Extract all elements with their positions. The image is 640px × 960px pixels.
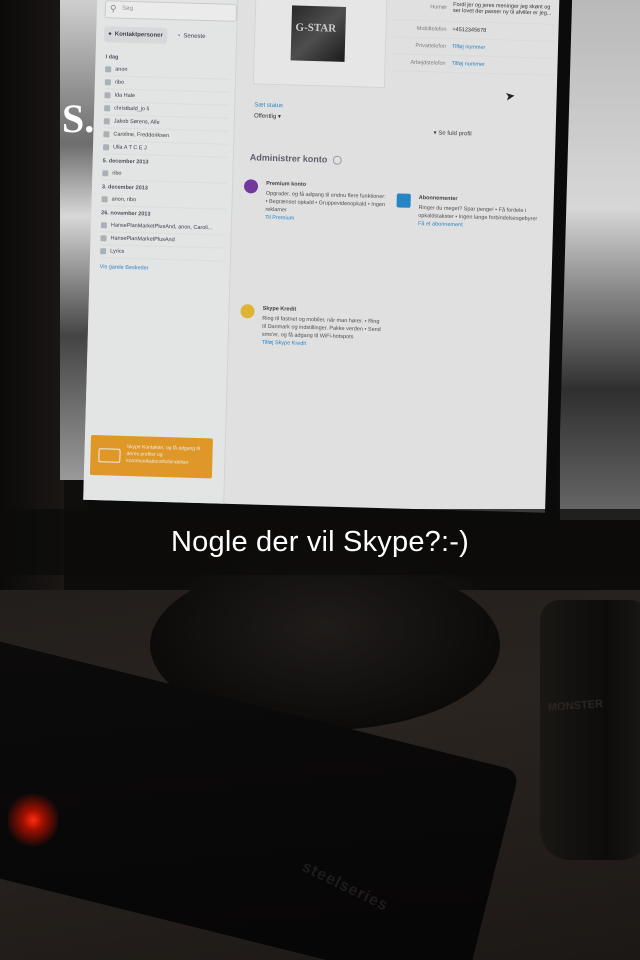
contact-avatar-icon [102, 170, 109, 177]
premium-card: Premium konto Opgrader, og få adgang til… [242, 179, 389, 273]
contact-name: christbald_jo li [114, 105, 150, 113]
contact-avatar-icon [100, 248, 107, 255]
detail-label: Humør [430, 4, 448, 11]
contact-name: Jakob Sørens, Alle [113, 118, 160, 126]
message-icon [98, 448, 121, 463]
contact-avatar-icon [103, 131, 110, 138]
contact-name: anon, ribo [111, 196, 137, 204]
contact-avatar-icon [102, 144, 110, 151]
credit-link[interactable]: Tilføj Skype Kredit [262, 340, 307, 347]
search-input[interactable]: ⚲ Søg [104, 0, 238, 22]
contact-row[interactable]: Ulla A T C E J [102, 141, 229, 158]
tab-recent-label: Seneste [183, 33, 206, 41]
credit-body: Ring til fastnet og mobiler, når man hør… [262, 315, 383, 350]
contact-row[interactable]: ribo [102, 167, 228, 184]
manage-account-title: Administrer konto [249, 152, 342, 166]
credit-card: Skype Kredit Ring til fastnet og mobiler… [238, 304, 390, 388]
tab-contacts-label: Kontaktpersoner [114, 31, 163, 39]
profile-photo-label: G-STAR [295, 21, 337, 35]
contact-name: anon [115, 66, 128, 73]
detail-value: Fordi jer og jeres meninger jeg skønt og… [452, 1, 552, 17]
keyboard-red-light [8, 790, 58, 850]
snapchat-caption-bar: Nogle der vil Skype?:-) [0, 509, 640, 575]
contact-name: Caroline, Fredderiksen [113, 131, 170, 140]
tab-contacts[interactable]: ● Kontaktpersoner [103, 26, 168, 44]
tab-recent[interactable]: ◔ Seneste [173, 28, 210, 45]
contact-name: HansePlanMarketPlusAnd, anon, Caroli... [110, 222, 213, 232]
premium-text: Opgrader, og få adgang til endnu flere f… [265, 190, 386, 214]
profile-details: Humør Fordi jer og jeres meninger jeg skø… [390, 0, 558, 76]
plus-icon [243, 179, 259, 194]
contact-avatar-icon [104, 105, 111, 112]
contact-group-heading: I dag [105, 54, 119, 61]
contact-name: Lyrics [110, 248, 125, 255]
coin-icon [240, 304, 255, 319]
person-icon: ● [108, 31, 112, 38]
subscriptions-body: Ringer du meget? Spar penge! • Få fordel… [418, 204, 539, 231]
show-old-messages-link[interactable]: Vis gamle Beskeder [100, 264, 225, 273]
contact-group-heading: 26. november 2013 [101, 210, 151, 218]
contact-group-heading: 5. december 2013 [102, 158, 149, 166]
contact-name: ribo [114, 79, 125, 86]
detail-value[interactable]: Tilføj nummer [451, 61, 555, 70]
set-status-link[interactable]: Sæt status [254, 102, 283, 109]
photo-scene: S. steelseries MONSTER ⚲ Søg ● Kontaktpe… [0, 0, 640, 960]
caption-text: Nogle der vil Skype?:-) [171, 525, 469, 558]
calendar-icon [396, 193, 411, 208]
contact-row[interactable]: anon, ribo [101, 193, 227, 210]
see-full-profile-label: Se fuld profil [438, 130, 472, 138]
status-select-value: Offentlig [253, 113, 277, 121]
clock-icon: ◔ [176, 33, 181, 40]
promo-banner[interactable]: Skype Kontakter, og få adgang til deres … [89, 434, 213, 479]
contact-avatar-icon [101, 196, 108, 203]
contact-name: ribo [112, 170, 122, 177]
premium-link[interactable]: Til Premium [265, 215, 294, 222]
premium-body: Opgrader, og få adgang til endnu flere f… [265, 190, 386, 225]
contact-avatar-icon [104, 92, 111, 99]
chevron-down-icon: ▾ [277, 114, 281, 121]
detail-row: Arbejdstelefon Tilføj nummer [390, 54, 556, 76]
mouse-cursor-icon: ➤ [504, 88, 516, 104]
detail-label: Arbejdstelefon [410, 59, 446, 67]
contact-name: HansePlanMarketPlusAnd [110, 235, 175, 244]
skype-sidebar: ⚲ Søg ● Kontaktpersoner ◔ Seneste I dag a… [83, 0, 239, 504]
contact-avatar-icon [100, 235, 107, 242]
detail-value: +4512345678 [452, 26, 487, 34]
drink-can [540, 600, 640, 860]
poster-right [560, 0, 640, 520]
monitor-screen: ⚲ Søg ● Kontaktpersoner ◔ Seneste I dag a… [83, 0, 560, 513]
premium-title: Premium konto [266, 180, 307, 188]
contact-avatar-icon [103, 118, 110, 125]
info-icon[interactable] [332, 155, 342, 166]
detail-label: Privattelefon [415, 42, 447, 50]
poster-left-lettering: S. [62, 96, 95, 141]
detail-value[interactable]: Tilføj nummer [452, 44, 556, 53]
see-full-profile-link[interactable]: ▾ Se fuld profil [433, 129, 471, 137]
promo-text: Skype Kontakter, og få adgang til deres … [126, 443, 201, 466]
subscriptions-text: Ringer du meget? Spar penge! • Få fordel… [418, 205, 538, 223]
contact-name: Ida Hale [114, 92, 136, 100]
contact-avatar-icon [105, 66, 112, 73]
contact-list: I dag anon ribo Ida Hale christbald_jo li Jak… [100, 50, 231, 273]
subscriptions-title: Abonnementer [418, 195, 458, 203]
subscriptions-link[interactable]: Få et abonnement [418, 221, 463, 228]
contact-avatar-icon [104, 79, 111, 86]
contact-name: Ulla A T C E J [112, 144, 147, 152]
contact-avatar-icon [100, 222, 107, 229]
credit-title: Skype Kredit [262, 305, 297, 313]
status-select[interactable]: Offentlig ▾ [254, 112, 281, 120]
search-icon: ⚲ [109, 3, 117, 14]
subscriptions-card: Abonnementer Ringer du meget? Spar penge… [395, 193, 547, 267]
credit-text: Ring til fastnet og mobiler, når man hør… [261, 315, 381, 341]
search-placeholder: Søg [121, 5, 134, 12]
manage-account-label: Administrer konto [249, 152, 328, 165]
contact-group-heading: 3. december 2013 [101, 184, 148, 192]
contact-row[interactable]: Lyrics [99, 245, 226, 262]
sidebar-tabs: ● Kontaktpersoner ◔ Seneste [103, 26, 234, 46]
detail-label: Mobiltelefon [416, 25, 447, 33]
